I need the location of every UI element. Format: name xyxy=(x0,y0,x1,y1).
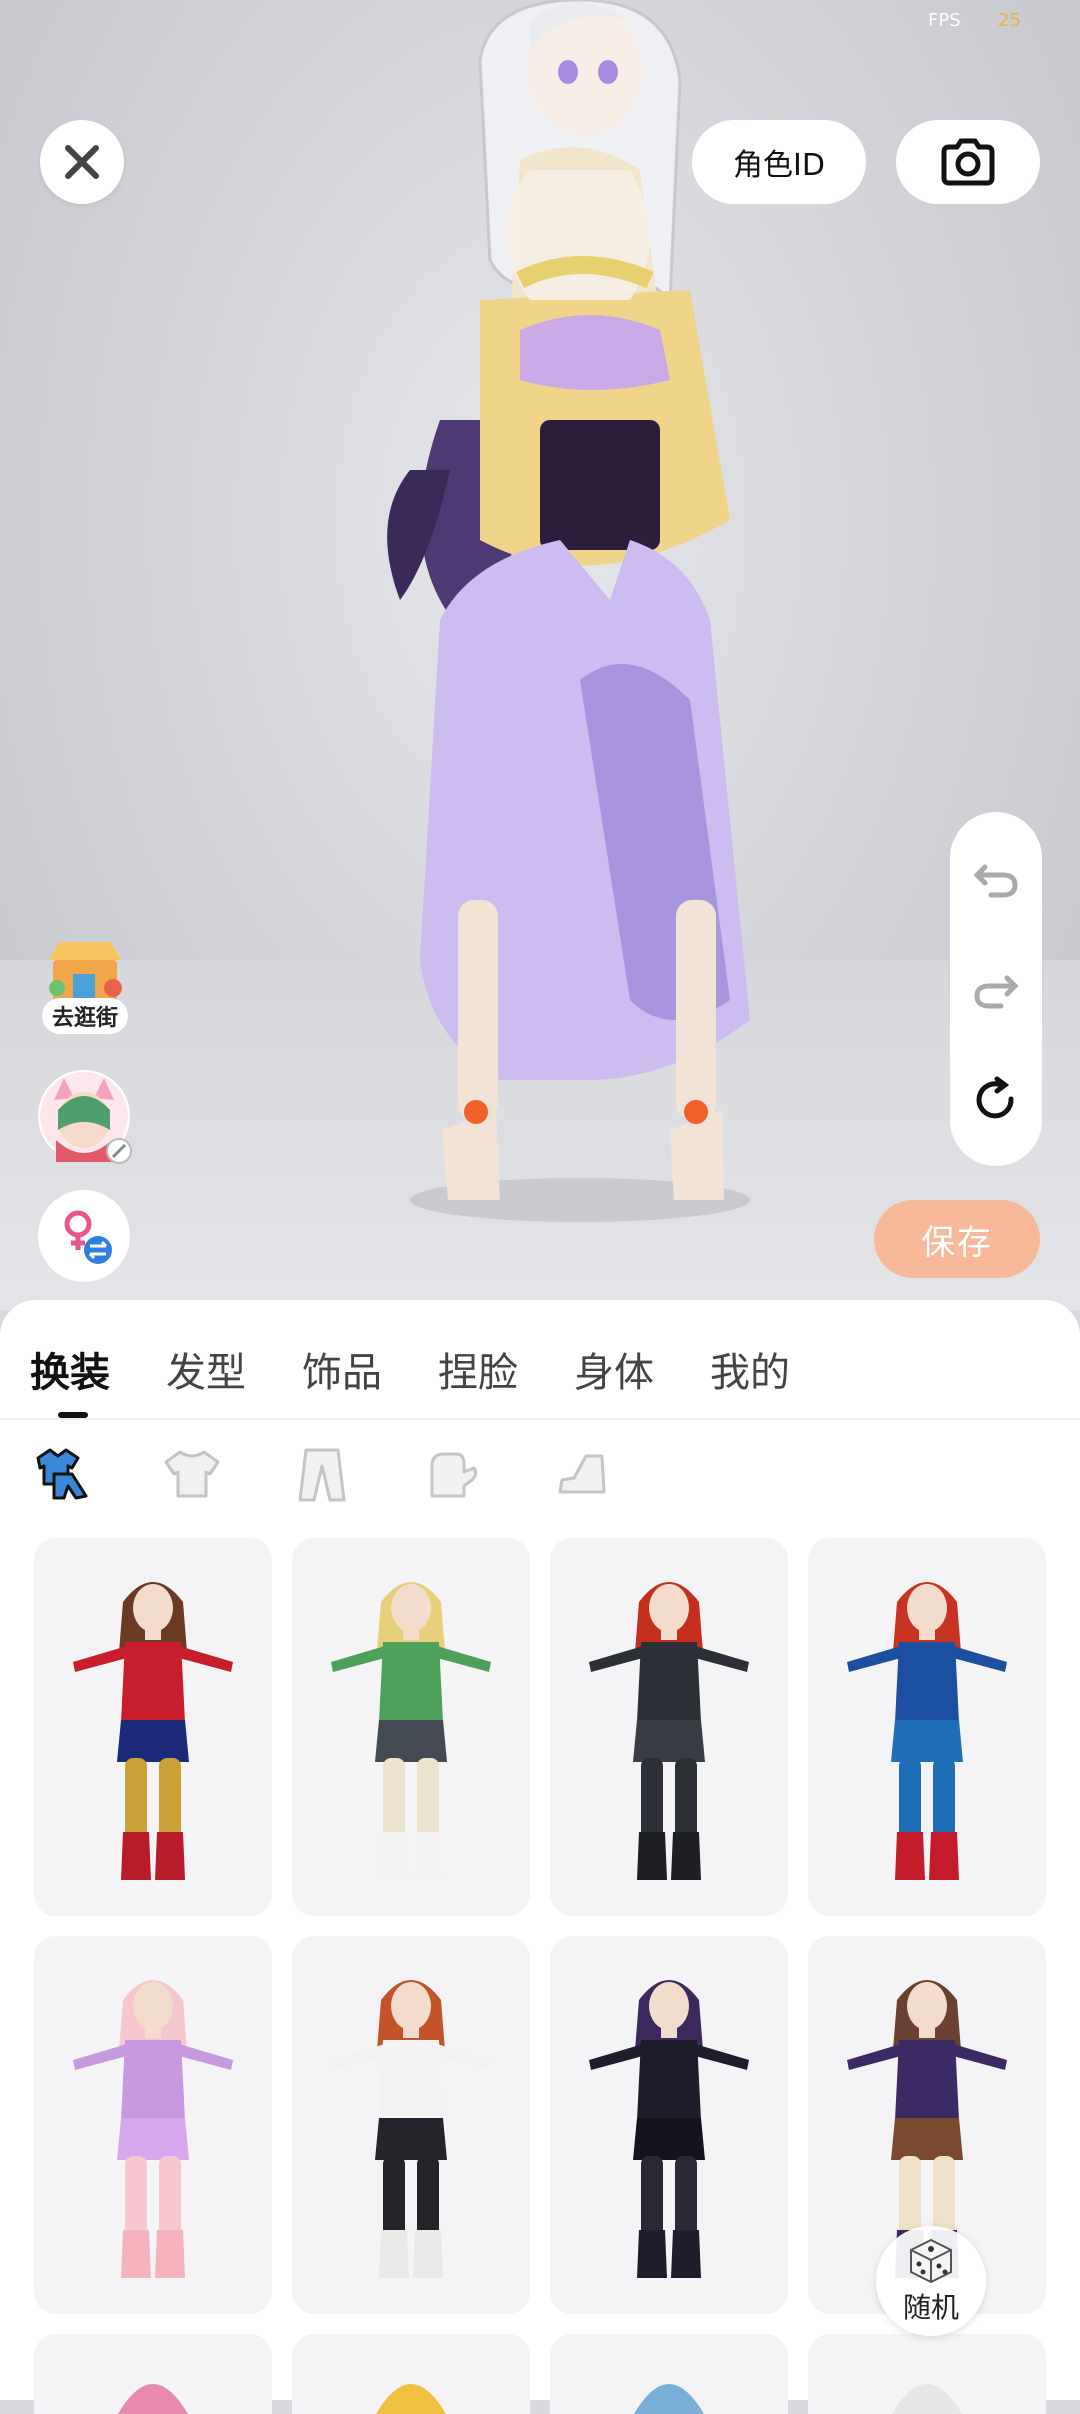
save-button[interactable]: 保存 xyxy=(874,1200,1040,1278)
shop-label: 去逛街 xyxy=(41,998,128,1034)
divider xyxy=(0,1418,1080,1420)
set-icon xyxy=(36,1448,88,1500)
category-tabs: 换装 发型 饰品 捏脸 身体 我的 xyxy=(30,1340,846,1398)
gender-switch-button[interactable] xyxy=(38,1190,130,1282)
close-icon xyxy=(65,145,99,179)
outfit-card-captain-suit[interactable] xyxy=(808,1538,1046,1916)
redo-icon[interactable] xyxy=(971,964,1021,1014)
tab-face[interactable]: 捏脸 xyxy=(438,1340,574,1398)
tab-outfit[interactable]: 换装 xyxy=(30,1340,166,1398)
tab-hair[interactable]: 发型 xyxy=(166,1340,302,1398)
outfit-card-green-ninja[interactable] xyxy=(292,1538,530,1916)
outfit-figure-hair xyxy=(376,2384,446,2414)
fps-value: 25 xyxy=(998,10,1021,31)
hidden-badge-icon xyxy=(106,1138,132,1164)
outfit-figure xyxy=(331,1582,491,1880)
outfit-card-partial[interactable] xyxy=(292,2334,530,2414)
camera-icon xyxy=(941,138,995,186)
close-button[interactable] xyxy=(40,120,124,204)
subcat-pants[interactable] xyxy=(290,1442,354,1506)
top-icon xyxy=(164,1450,220,1498)
subcategory-bar xyxy=(30,1442,614,1506)
reset-icon[interactable] xyxy=(971,1075,1021,1125)
tab-body[interactable]: 身体 xyxy=(574,1340,710,1398)
outfit-card-partial[interactable] xyxy=(808,2334,1046,2414)
subcat-shoes[interactable] xyxy=(550,1442,614,1506)
tab-accessories[interactable]: 饰品 xyxy=(302,1340,438,1398)
outfit-grid xyxy=(34,1538,1050,2314)
dice-icon xyxy=(910,2238,952,2284)
outfit-card-black-spy[interactable] xyxy=(550,1538,788,1916)
outfit-figure xyxy=(331,1980,491,2278)
gloves-icon xyxy=(430,1452,478,1498)
outfit-card-wonder-hero[interactable] xyxy=(34,1538,272,1916)
outfit-figure-hair xyxy=(892,2384,962,2414)
shop-icon xyxy=(49,942,122,1002)
random-label: 随机 xyxy=(902,2291,959,2324)
fps-label: FPS xyxy=(928,10,961,31)
subcat-set[interactable] xyxy=(30,1442,94,1506)
history-controls xyxy=(950,812,1042,1166)
subcat-gloves[interactable] xyxy=(420,1442,484,1506)
outfit-card-casual-sport[interactable] xyxy=(292,1936,530,2314)
female-switch-icon xyxy=(64,1210,112,1264)
outfit-card-pink-cat[interactable] xyxy=(34,1936,272,2314)
undo-icon[interactable] xyxy=(971,853,1021,903)
outfit-figure xyxy=(589,1582,749,1880)
camera-button[interactable] xyxy=(896,120,1040,204)
tab-mine[interactable]: 我的 xyxy=(710,1340,846,1398)
outfit-card-partial[interactable] xyxy=(34,2334,272,2414)
outfit-card-gothic-dress[interactable] xyxy=(550,1936,788,2314)
shoes-icon xyxy=(558,1454,606,1494)
role-id-label: 角色ID xyxy=(733,148,825,183)
random-button[interactable]: 随机 xyxy=(876,2226,986,2336)
outfit-grid-next-row xyxy=(34,2334,1050,2414)
shop-button[interactable]: 去逛街 xyxy=(38,936,132,1036)
outfit-figure xyxy=(847,1582,1007,1880)
avatar-stage[interactable]: FPS 25 角色ID 去逛街 保存 xyxy=(0,0,1080,1310)
role-id-button[interactable]: 角色ID xyxy=(692,120,866,204)
outfit-figure xyxy=(73,1582,233,1880)
outfit-figure xyxy=(589,1980,749,2278)
outfit-card-partial[interactable] xyxy=(550,2334,788,2414)
subcat-top[interactable] xyxy=(160,1442,224,1506)
avatar-button[interactable] xyxy=(38,1070,132,1164)
pants-icon xyxy=(298,1448,346,1502)
outfit-figure xyxy=(73,1980,233,2278)
outfit-figure-hair xyxy=(634,2384,704,2414)
outfit-figure-hair xyxy=(118,2384,188,2414)
